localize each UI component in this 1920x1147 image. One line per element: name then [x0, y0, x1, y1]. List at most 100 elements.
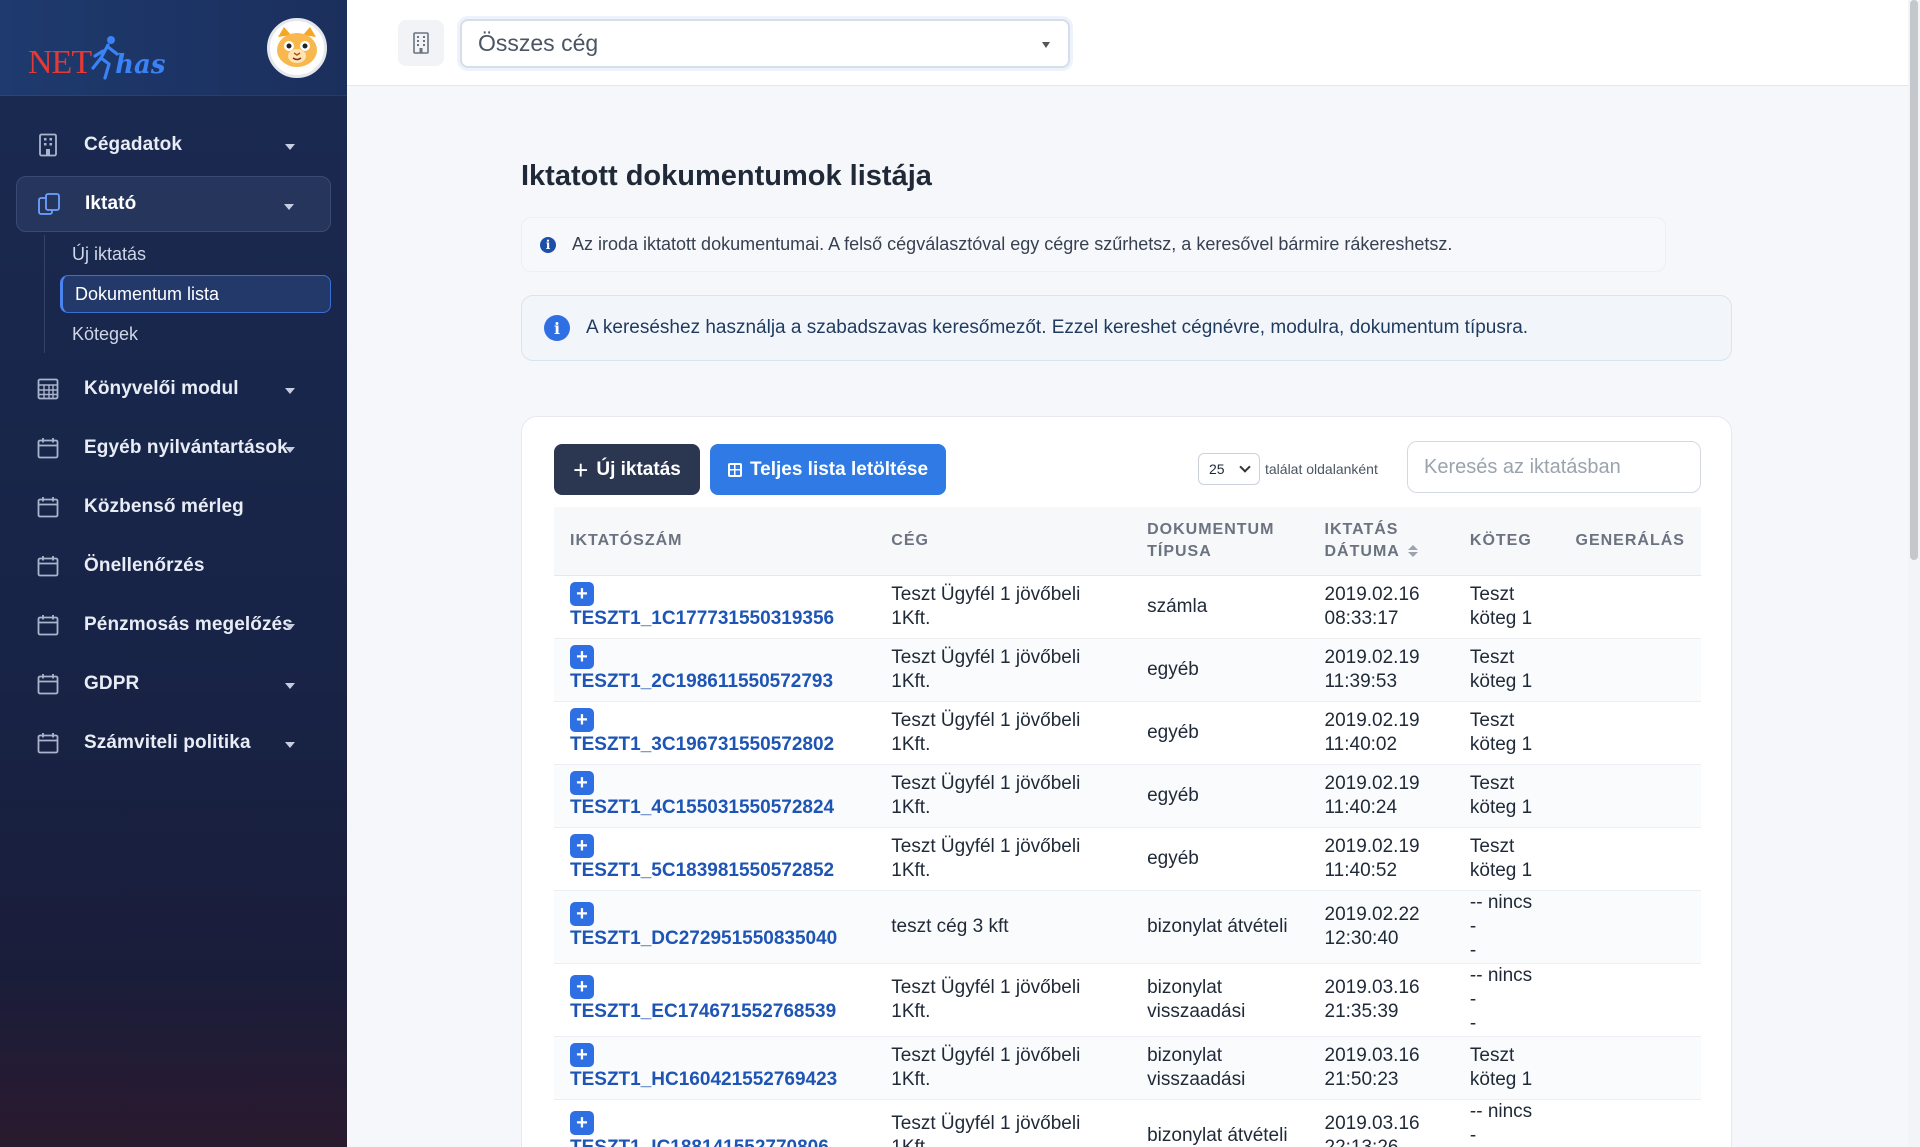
table-row[interactable]: +TESZT1_2C198611550572793 Teszt Ügyfél 1 …	[554, 638, 1701, 702]
column-header-generate[interactable]: GENERÁLÁS	[1559, 507, 1701, 576]
subnav-item-dokumentum-lista[interactable]: Dokumentum lista	[60, 275, 331, 313]
cell-doctype: számla	[1131, 575, 1309, 639]
document-id-link[interactable]: TESZT1_IC188141552770806	[570, 1137, 829, 1147]
cell-company: Teszt Ügyfél 1 jövőbeli 1Kft.	[875, 701, 1132, 765]
per-page-select[interactable]: 25	[1198, 453, 1260, 485]
document-id-link[interactable]: TESZT1_DC272951550835040	[570, 928, 837, 949]
cat-avatar-icon	[277, 26, 317, 67]
app-logo[interactable]: NET has	[28, 16, 165, 80]
cell-batch: Teszt köteg 1	[1453, 638, 1560, 702]
sidebar-item-kozbenso-merleg[interactable]: Közbenső mérleg	[16, 479, 331, 535]
documents-card: + Új iktatás Teljes lista letöltése 25 t…	[521, 416, 1732, 1147]
chevron-down-icon	[1239, 461, 1251, 473]
cell-generate	[1559, 1099, 1701, 1147]
expand-row-icon[interactable]: +	[570, 1043, 594, 1068]
document-id-link[interactable]: TESZT1_4C155031550572824	[570, 797, 834, 818]
cell-date: 2019.02.19 11:39:53	[1308, 638, 1454, 702]
table-row[interactable]: +TESZT1_EC174671552768539 Teszt Ügyfél 1 …	[554, 963, 1701, 1037]
table-row[interactable]: +TESZT1_4C155031550572824 Teszt Ügyfél 1 …	[554, 764, 1701, 828]
cell-generate	[1559, 1036, 1701, 1100]
new-filing-button[interactable]: + Új iktatás	[554, 444, 700, 495]
chevron-down-icon	[285, 742, 295, 748]
scrollbar-thumb[interactable]	[1910, 0, 1918, 560]
sidebar-item-cegadatok[interactable]: Cégadatok	[16, 117, 331, 173]
sidebar-item-penzmosas-megelozes[interactable]: Pénzmosás megelőzés	[16, 597, 331, 653]
sidebar-item-label: Iktató	[85, 193, 137, 214]
info-icon: i	[544, 315, 570, 341]
building-icon	[413, 32, 429, 54]
subnav-item-kotegek[interactable]: Kötegek	[60, 315, 331, 353]
sidebar-item-label: Cégadatok	[84, 134, 183, 155]
table-row[interactable]: +TESZT1_1C177731550319356 Teszt Ügyfél 1 …	[554, 575, 1701, 639]
download-full-list-button[interactable]: Teljes lista letöltése	[710, 444, 946, 495]
column-header-id[interactable]: IKTATÓSZÁM	[554, 507, 876, 576]
cell-batch: -- nincs --	[1453, 1099, 1560, 1147]
cell-generate	[1559, 963, 1701, 1037]
column-header-company[interactable]: CÉG	[875, 507, 1132, 576]
sidebar-item-egyeb-nyilvantartasok[interactable]: Egyéb nyilvántartások	[16, 420, 331, 476]
cell-id: +TESZT1_HC160421552769423	[554, 1036, 876, 1100]
cell-generate	[1559, 764, 1701, 828]
company-select[interactable]: Összes cég	[460, 19, 1070, 68]
sidebar: NET has Cégadatok Iktató Új iktatás Doku…	[0, 0, 347, 1147]
table-row[interactable]: +TESZT1_3C196731550572802 Teszt Ügyfél 1 …	[554, 701, 1701, 765]
expand-row-icon[interactable]: +	[570, 975, 594, 1000]
expand-row-icon[interactable]: +	[570, 708, 594, 733]
company-icon-button[interactable]	[398, 20, 444, 66]
avatar[interactable]	[267, 17, 327, 78]
column-header-date[interactable]: IKTATÁS DÁTUMA	[1308, 507, 1454, 576]
cell-generate	[1559, 575, 1701, 639]
logo-has-text: has	[115, 49, 166, 80]
document-id-link[interactable]: TESZT1_1C177731550319356	[570, 608, 834, 629]
sidebar-item-onellenorzes[interactable]: Önellenőrzés	[16, 538, 331, 594]
cell-id: +TESZT1_3C196731550572802	[554, 701, 876, 765]
table-row[interactable]: +TESZT1_HC160421552769423 Teszt Ügyfél 1 …	[554, 1036, 1701, 1100]
table-icon	[727, 462, 742, 477]
cell-id: +TESZT1_EC174671552768539	[554, 963, 876, 1037]
expand-row-icon[interactable]: +	[570, 834, 594, 859]
table-row[interactable]: +TESZT1_5C183981550572852 Teszt Ügyfél 1 …	[554, 827, 1701, 891]
sidebar-item-label: Egyéb nyilvántartások	[84, 437, 288, 458]
sidebar-item-szamviteli-politika[interactable]: Számviteli politika	[16, 715, 331, 771]
cell-date: 2019.03.16 22:13:26	[1308, 1099, 1454, 1147]
sidebar-item-iktato[interactable]: Iktató	[16, 176, 331, 232]
document-id-link[interactable]: TESZT1_HC160421552769423	[570, 1069, 837, 1090]
cell-date: 2019.02.16 08:33:17	[1308, 575, 1454, 639]
cell-company: teszt cég 3 kft	[875, 890, 1132, 964]
sidebar-item-konyveloi-modul[interactable]: Könyvelői modul	[16, 361, 331, 417]
expand-row-icon[interactable]: +	[570, 645, 594, 670]
cell-doctype: egyéb	[1131, 764, 1309, 828]
document-id-link[interactable]: TESZT1_5C183981550572852	[570, 860, 834, 881]
subnav-item-uj-iktatas[interactable]: Új iktatás	[60, 235, 331, 273]
table-header-row: IKTATÓSZÁM CÉG DOKUMENTUM TÍPUSA IKTATÁS D…	[554, 507, 1701, 576]
sidebar-item-label: Önellenőrzés	[84, 555, 205, 576]
document-id-link[interactable]: TESZT1_2C198611550572793	[570, 671, 833, 692]
cell-generate	[1559, 638, 1701, 702]
calendar-icon	[36, 436, 60, 460]
cell-doctype: bizonylat átvételi	[1131, 1099, 1309, 1147]
column-header-doctype[interactable]: DOKUMENTUM TÍPUSA	[1131, 507, 1309, 576]
expand-row-icon[interactable]: +	[570, 582, 594, 607]
search-input[interactable]	[1407, 441, 1701, 493]
expand-row-icon[interactable]: +	[570, 1111, 594, 1136]
topbar: Összes cég	[347, 0, 1908, 86]
document-id-link[interactable]: TESZT1_EC174671552768539	[570, 1001, 836, 1022]
table-row[interactable]: +TESZT1_IC188141552770806 Teszt Ügyfél 1 …	[554, 1099, 1701, 1147]
column-header-batch[interactable]: KÖTEG	[1453, 507, 1560, 576]
cell-doctype: bizonylat átvételi	[1131, 890, 1309, 964]
calculator-icon	[36, 377, 60, 401]
table-row[interactable]: +TESZT1_DC272951550835040 teszt cég 3 kft…	[554, 890, 1701, 964]
documents-table: IKTATÓSZÁM CÉG DOKUMENTUM TÍPUSA IKTATÁS D…	[554, 507, 1701, 1147]
expand-row-icon[interactable]: +	[570, 771, 594, 796]
sort-icon[interactable]	[1408, 545, 1416, 557]
cell-id: +TESZT1_IC188141552770806	[554, 1099, 876, 1147]
cell-doctype: egyéb	[1131, 827, 1309, 891]
expand-row-icon[interactable]: +	[570, 902, 594, 927]
chevron-down-icon	[285, 624, 295, 630]
page-scrollbar[interactable]	[1908, 0, 1920, 1147]
cell-id: +TESZT1_DC272951550835040	[554, 890, 876, 964]
document-id-link[interactable]: TESZT1_3C196731550572802	[570, 734, 834, 755]
sidebar-item-gdpr[interactable]: GDPR	[16, 656, 331, 712]
cell-batch: -- nincs --	[1453, 963, 1560, 1037]
documents-icon	[37, 192, 61, 216]
